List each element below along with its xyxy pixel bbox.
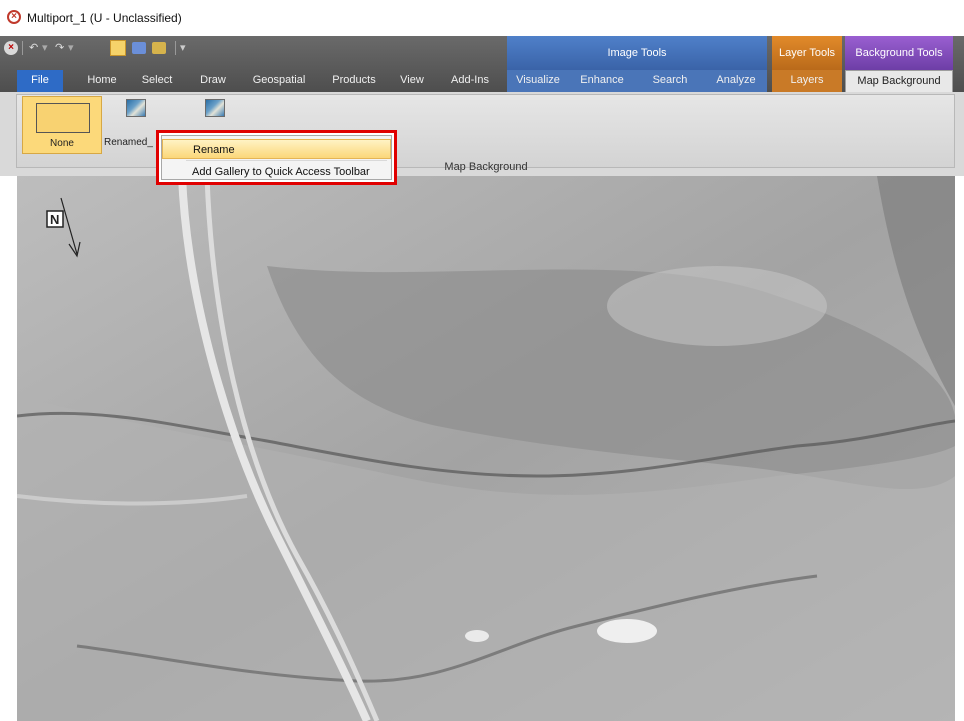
menu-separator [186,160,387,161]
qat-dropdown-icon[interactable]: ▾ [180,40,186,56]
tab-select[interactable]: Select [133,70,181,92]
select-icon[interactable] [110,40,126,56]
context-menu: Rename Add Gallery to Quick Access Toolb… [156,130,397,185]
tab-analyze[interactable]: Analyze [705,70,767,92]
tab-add-ins[interactable]: Add-Ins [442,70,498,92]
quick-access-toolbar: × ↶ ▾ ↷ ▾ ▾ [0,36,500,60]
tab-home[interactable]: Home [80,70,124,92]
menu-item-rename[interactable]: Rename [162,139,391,159]
context-menu-body: Rename Add Gallery to Quick Access Toolb… [161,135,392,180]
menu-item-add-gallery-to-qat[interactable]: Add Gallery to Quick Access Toolbar [162,162,391,182]
gallery-item-renamed-label: Renamed_ [104,137,153,148]
context-background-tools: Background Tools [845,36,953,70]
context-layer-tools: Layer Tools [772,36,842,70]
tab-enhance[interactable]: Enhance [569,70,635,92]
gallery-item-none[interactable]: None [22,96,102,154]
title-bar: × Multiport_1 (U - Unclassified) [0,0,964,36]
aerial-image: N [17,176,955,721]
app-close-icon[interactable]: × [4,41,18,55]
tab-layers[interactable]: Layers [772,70,842,92]
map-viewport[interactable]: N [17,176,955,721]
ribbon-tabs: File Home Select Draw Geospatial Product… [0,70,964,94]
map-thumbnail-icon [126,99,146,117]
right-margin [955,176,964,721]
layers-icon[interactable] [132,42,146,54]
window-title: Multiport_1 (U - Unclassified) [27,11,182,25]
tab-view[interactable]: View [394,70,430,92]
undo-dropdown-icon[interactable]: ▾ [42,40,48,56]
context-image-tools: Image Tools [507,36,767,70]
tab-geospatial[interactable]: Geospatial [244,70,314,92]
none-swatch [36,103,90,133]
redo-dropdown-icon[interactable]: ▾ [68,40,74,56]
qat-separator [175,41,176,55]
tab-map-background[interactable]: Map Background [845,70,953,94]
gallery-item-none-label: None [50,138,74,149]
close-red-circle-icon: × [7,10,21,24]
gallery-item-renamed[interactable]: Renamed_ [104,96,164,154]
tab-search[interactable]: Search [635,70,705,92]
qat-separator [22,41,23,55]
tab-products[interactable]: Products [325,70,383,92]
map-thumbnail-icon [205,99,225,117]
tab-file[interactable]: File [17,70,63,92]
left-margin [0,176,17,721]
paint-icon[interactable] [152,42,166,54]
tab-visualize[interactable]: Visualize [507,70,569,92]
undo-icon[interactable]: ↶ [29,40,38,56]
redo-icon[interactable]: ↷ [55,40,64,56]
tab-draw[interactable]: Draw [192,70,234,92]
north-label: N [50,212,59,227]
